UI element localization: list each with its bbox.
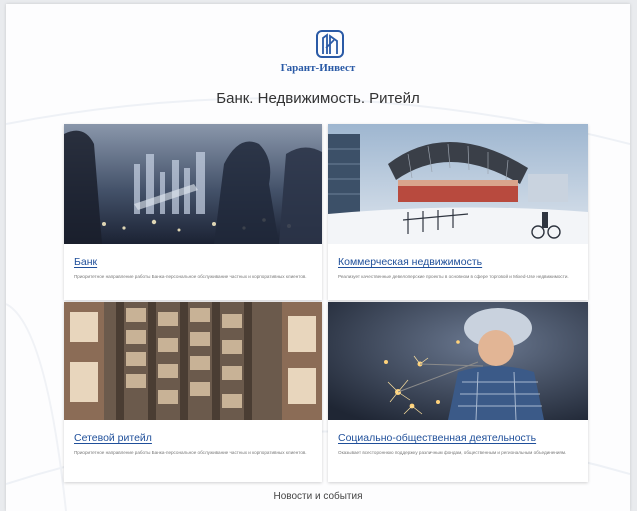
card-social-activity-title[interactable]: Социально-общественная деятельность — [338, 432, 536, 444]
card-social-activity[interactable]: Социально-общественная деятельность Оказ… — [328, 302, 588, 482]
business-people-city-night-photo[interactable] — [64, 124, 322, 244]
card-retail[interactable]: Сетевой ритейл Приоритетное направление … — [64, 302, 322, 482]
logo-building-icon[interactable] — [314, 28, 346, 60]
page-container: Гарант-Инвест Банк. Недвижимость. Ритейл — [6, 4, 630, 511]
retail-aerial-store-photo[interactable] — [64, 302, 322, 420]
card-commercial-real-estate-description: Реализует качественные девелоперские про… — [338, 274, 569, 279]
modern-station-architecture-photo[interactable] — [328, 124, 588, 244]
card-bank[interactable]: Банк Приоритетное направление работы Бан… — [64, 124, 322, 300]
card-retail-title[interactable]: Сетевой ритейл — [74, 432, 152, 444]
card-retail-description: Приоритетное направление работы Банка-пе… — [74, 450, 307, 455]
page-tagline: Банк. Недвижимость. Ритейл — [216, 90, 420, 107]
news-section-heading[interactable]: Новости и события — [6, 491, 630, 502]
card-commercial-real-estate-title[interactable]: Коммерческая недвижимость — [338, 256, 482, 268]
brand-name[interactable]: Гарант-Инвест — [6, 62, 630, 74]
card-commercial-real-estate[interactable]: Коммерческая недвижимость Реализует каче… — [328, 124, 588, 300]
child-with-sparklers-photo[interactable] — [328, 302, 588, 420]
card-bank-description: Приоритетное направление работы Банка-пе… — [74, 274, 307, 279]
card-bank-title[interactable]: Банк — [74, 256, 97, 268]
card-social-activity-description: Оказывает всестороннюю поддержку различн… — [338, 450, 567, 455]
